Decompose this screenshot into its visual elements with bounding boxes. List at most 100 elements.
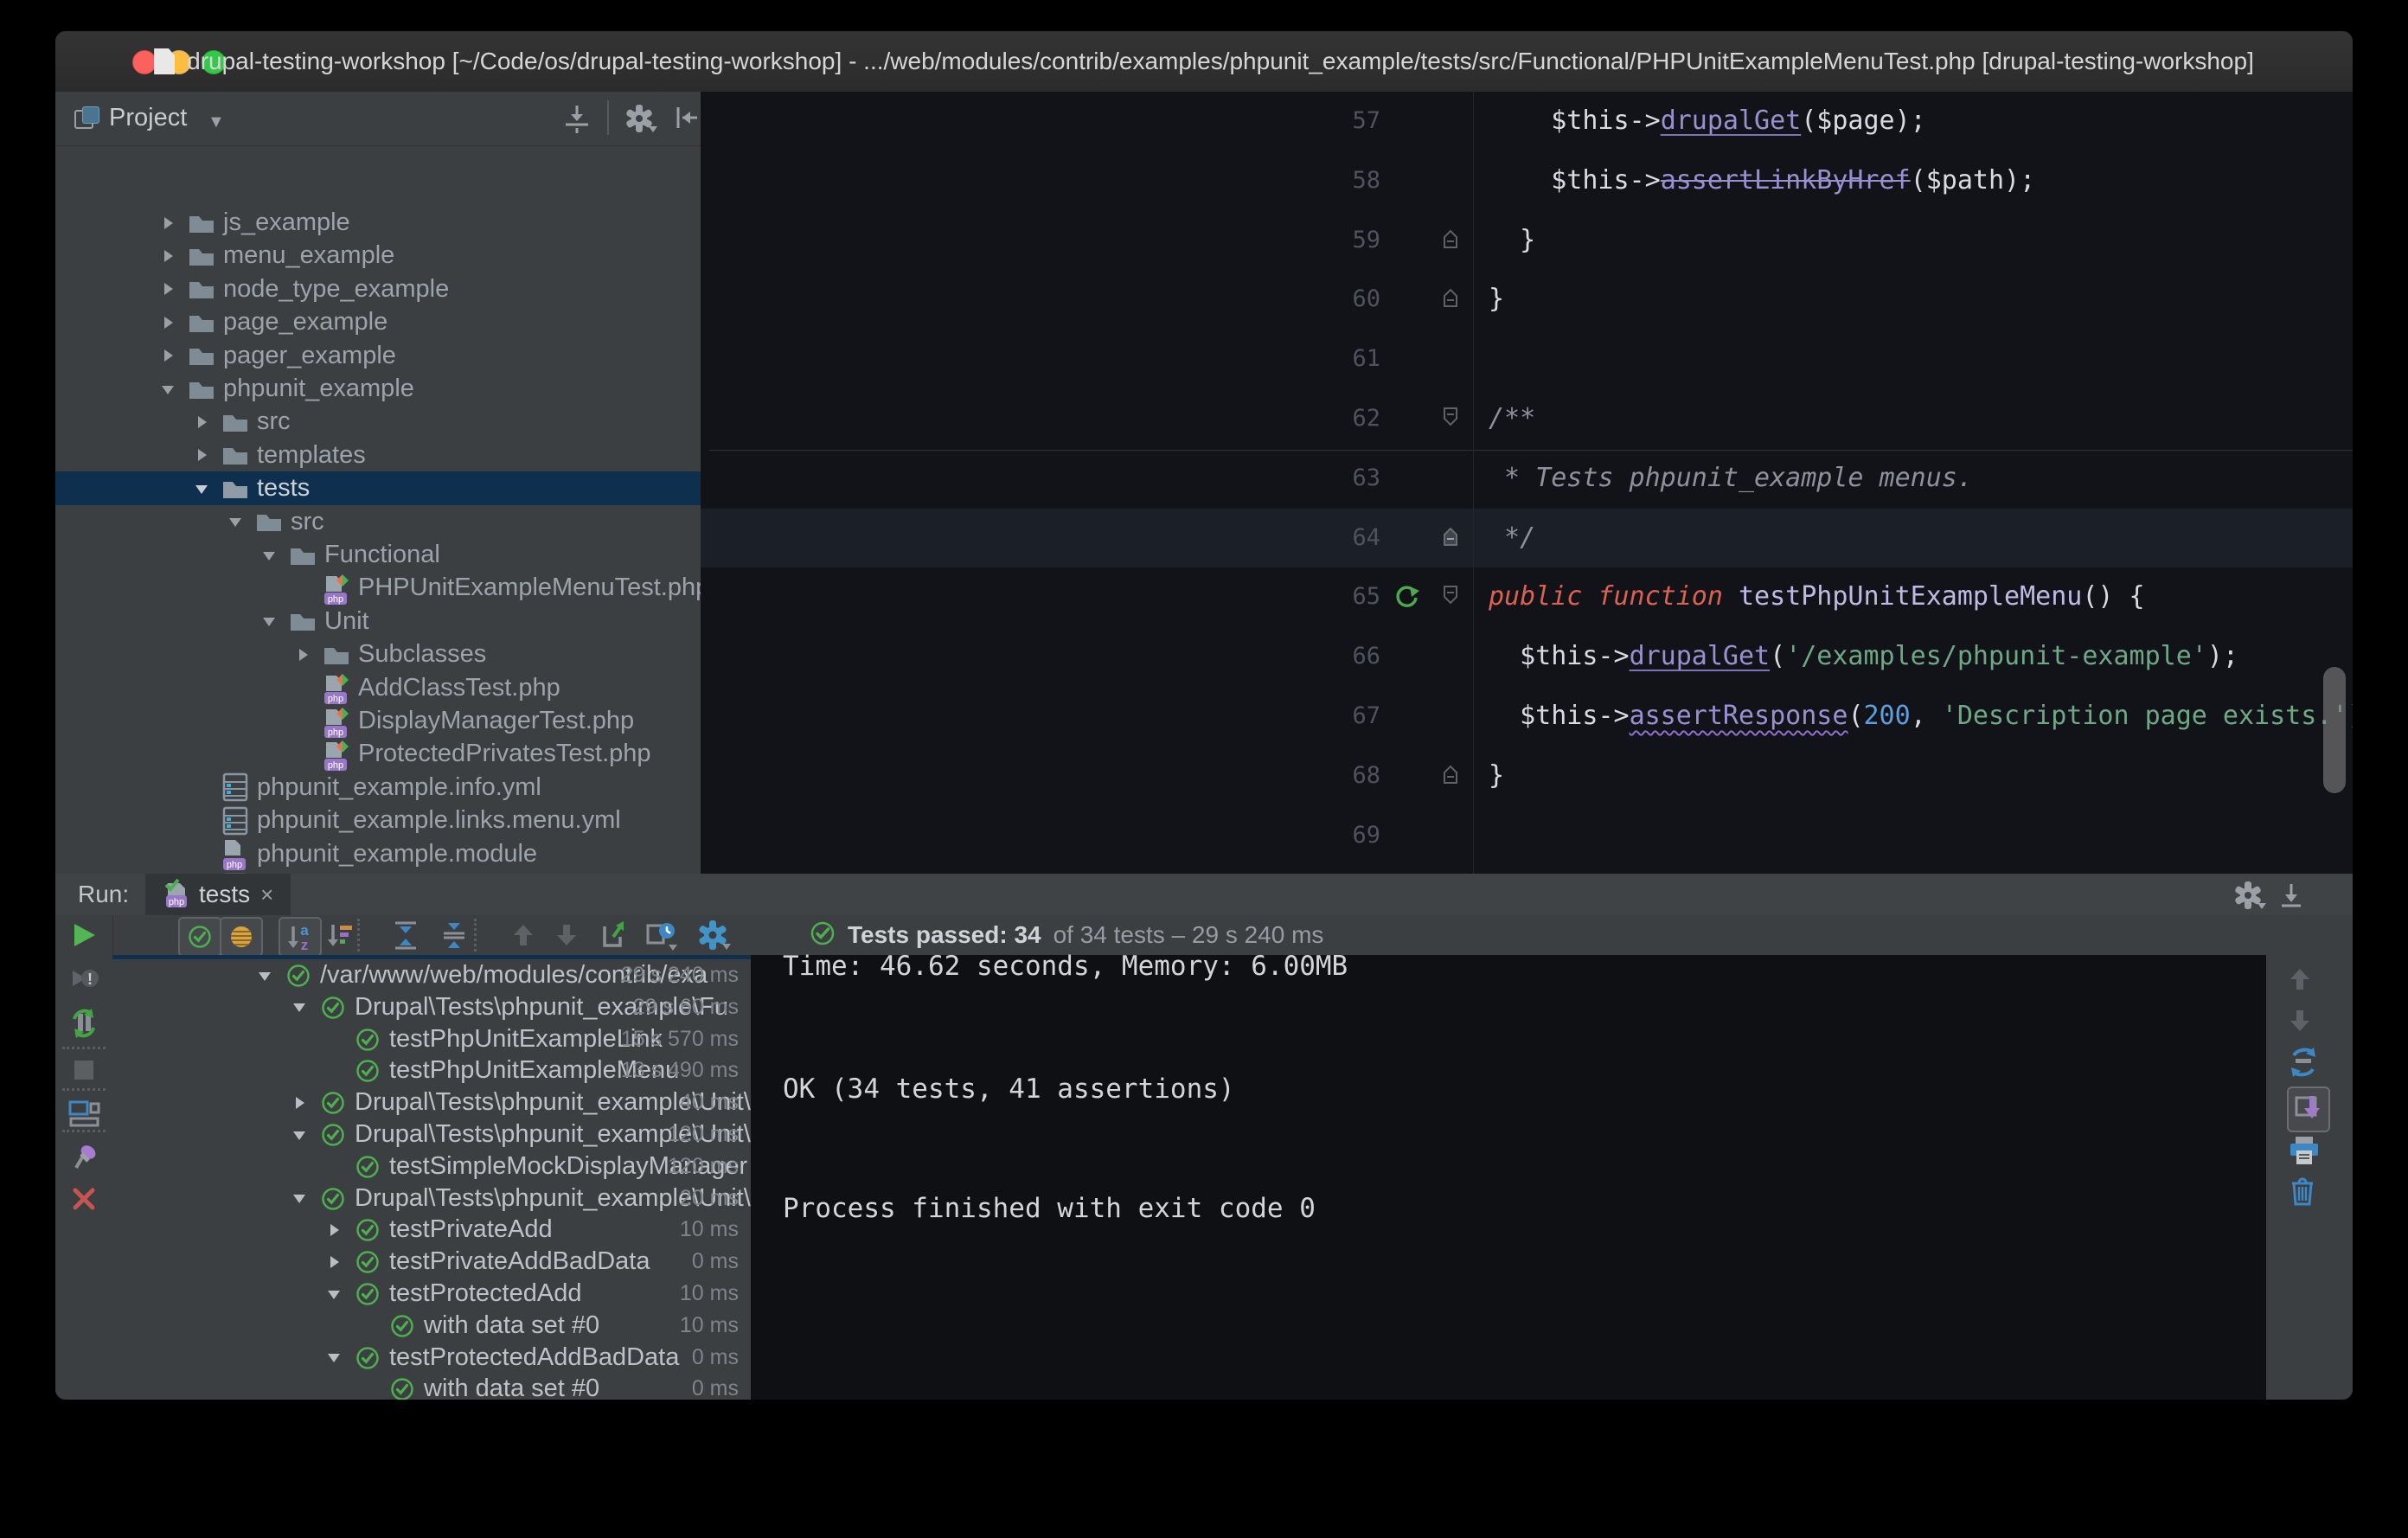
project-panel-title[interactable]: Project — [109, 104, 187, 132]
test-tree-row[interactable]: Drupal\Tests\phpunit_example\Unit\D 120 m… — [112, 1118, 751, 1150]
chevron-collapsed-icon[interactable] — [153, 272, 183, 306]
soft-wrap-icon[interactable] — [2287, 1047, 2320, 1084]
fold-end-icon[interactable] — [1441, 524, 1460, 554]
chevron-expanded-icon[interactable] — [254, 538, 284, 572]
code-line[interactable]: 65 public function testPhpUnitExampleMenu… — [701, 567, 2353, 627]
chevron-collapsed-icon[interactable] — [153, 305, 183, 339]
test-tree-row[interactable]: testProtectedAdd 10 ms — [112, 1278, 751, 1310]
test-tree-row[interactable]: testProtectedAddBadData 0 ms — [112, 1342, 751, 1374]
test-console-output[interactable]: Time: 46.62 seconds, Memory: 6.00MB OK (3… — [751, 951, 2266, 1400]
chevron-collapsed-icon[interactable] — [187, 405, 216, 439]
close-icon[interactable] — [70, 1185, 98, 1217]
test-tree-row[interactable]: Drupal\Tests\phpunit_example\Unit\A 40 ms — [112, 1086, 751, 1118]
chevron-expanded-icon[interactable] — [221, 505, 250, 539]
code-line[interactable]: 64 */ — [701, 509, 2353, 568]
chevron-collapsed-icon[interactable] — [288, 638, 317, 671]
chevron-expanded-icon[interactable] — [285, 991, 313, 1023]
project-tree-row[interactable]: menu_example — [55, 239, 701, 272]
settings-gear-icon[interactable] — [694, 917, 733, 953]
hide-panel-icon[interactable] — [2275, 879, 2308, 916]
stop-icon[interactable] — [71, 1057, 97, 1087]
project-tree-row[interactable]: Unit — [55, 605, 701, 638]
scroll-up-icon[interactable] — [2287, 965, 2313, 997]
previous-failed-test-icon[interactable] — [503, 917, 543, 953]
toggle-auto-test-icon[interactable] — [67, 1007, 100, 1044]
hide-panel-icon[interactable] — [671, 102, 702, 138]
test-tree-row[interactable]: testPrivateAddBadData 0 ms — [112, 1246, 751, 1278]
chevron-collapsed-icon[interactable] — [320, 1214, 348, 1246]
chevron-down-icon[interactable]: ▼ — [208, 112, 225, 132]
fold-start-icon[interactable] — [1441, 583, 1460, 613]
project-tree-row[interactable]: pager_example — [55, 339, 701, 373]
editor-scrollbar[interactable] — [2323, 667, 2346, 793]
project-tree-row[interactable]: src — [55, 405, 701, 439]
test-tree-row[interactable]: Drupal\Tests\phpunit_example\Unit\P 20 ms — [112, 1182, 751, 1214]
fold-end-icon[interactable] — [1441, 285, 1460, 316]
chevron-collapsed-icon[interactable] — [153, 239, 183, 272]
chevron-collapsed-icon[interactable] — [187, 439, 216, 472]
chevron-collapsed-icon[interactable] — [153, 206, 183, 240]
project-tree-row[interactable]: php ProtectedPrivatesTest.php — [55, 737, 701, 771]
rerun-tests-play-icon[interactable] — [69, 920, 99, 954]
code-line[interactable]: 66 $this->drupalGet('/examples/phpunit-e… — [701, 627, 2353, 687]
rerun-failed-tests-icon[interactable]: ! — [68, 964, 99, 999]
scroll-to-end-icon[interactable] — [2287, 1086, 2330, 1132]
project-tree-row[interactable]: Subclasses — [55, 638, 701, 671]
run-test-icon[interactable] — [1393, 583, 1422, 619]
gear-icon[interactable] — [623, 102, 657, 139]
code-line[interactable]: 60} — [701, 270, 2353, 330]
code-line[interactable]: 59 } — [701, 211, 2353, 271]
pin-tab-icon[interactable] — [67, 1142, 100, 1179]
test-history-icon[interactable] — [642, 917, 682, 953]
test-tree-row[interactable]: testPhpUnitExampleLink 15 s 570 ms — [112, 1023, 751, 1055]
sort-alphabetically-icon[interactable]: az — [279, 917, 322, 957]
import-test-results-icon[interactable] — [593, 917, 633, 953]
test-tree-row[interactable]: testPrivateAdd 10 ms — [112, 1214, 751, 1246]
project-tree-row[interactable]: php phpunit_example.module — [55, 837, 701, 871]
test-tree-row[interactable]: testPhpUnitExampleMenu 13 s 490 ms — [112, 1054, 751, 1086]
project-tree-row[interactable]: node_type_example — [55, 272, 701, 306]
test-tree-row[interactable]: with data set #0 0 ms — [112, 1373, 751, 1400]
next-failed-test-icon[interactable] — [547, 917, 586, 953]
fold-end-icon[interactable] — [1441, 227, 1460, 257]
gear-icon[interactable] — [2232, 879, 2266, 916]
chevron-expanded-icon[interactable] — [254, 605, 284, 638]
project-tree-row[interactable]: php DisplayManagerTest.php — [55, 704, 701, 738]
project-tree-row[interactable]: phpunit_example — [55, 372, 701, 406]
collapse-all-icon[interactable] — [434, 917, 474, 953]
project-tree-row[interactable]: page_example — [55, 305, 701, 339]
run-tab-tests[interactable]: php tests × — [145, 874, 291, 915]
code-editor[interactable]: 57 $this->drupalGet($page); 58 $this->ass… — [701, 92, 2353, 874]
chevron-collapsed-icon[interactable] — [285, 1086, 313, 1118]
project-tree-row[interactable]: js_example — [55, 206, 701, 240]
chevron-expanded-icon[interactable] — [187, 471, 216, 505]
show-passed-icon[interactable] — [178, 917, 221, 957]
code-line[interactable]: 58 $this->assertLinkByHref($path); — [701, 151, 2353, 211]
collapse-all-icon[interactable] — [560, 102, 593, 139]
expand-all-icon[interactable] — [386, 917, 426, 953]
test-tree-row[interactable]: testSimpleMockDisplayManager 120 ms — [112, 1150, 751, 1182]
fold-start-icon[interactable] — [1441, 405, 1460, 435]
project-tree-row[interactable]: tests — [55, 471, 701, 506]
chevron-expanded-icon[interactable] — [153, 372, 183, 406]
code-line[interactable]: 68} — [701, 747, 2353, 806]
print-icon[interactable] — [2287, 1135, 2322, 1170]
clear-all-icon[interactable] — [2287, 1175, 2318, 1212]
scroll-down-icon[interactable] — [2287, 1007, 2313, 1039]
chevron-expanded-icon[interactable] — [251, 959, 279, 991]
sort-by-duration-icon[interactable] — [320, 917, 360, 953]
test-tree-row[interactable]: /var/www/web/modules/contrib/exa 29 s 240… — [112, 959, 751, 991]
chevron-expanded-icon[interactable] — [285, 1182, 313, 1214]
project-tree-row[interactable]: Functional — [55, 538, 701, 572]
fold-end-icon[interactable] — [1441, 762, 1460, 792]
test-tree-row[interactable]: with data set #0 10 ms — [112, 1310, 751, 1342]
code-line[interactable]: 67 $this->assertResponse(200, 'Descripti… — [701, 687, 2353, 747]
project-tree-row[interactable]: templates — [55, 439, 701, 472]
project-tree-row[interactable]: php PHPUnitExampleMenuTest.php — [55, 571, 709, 605]
chevron-expanded-icon[interactable] — [285, 1118, 313, 1150]
project-tree-row[interactable]: phpunit_example.info.yml — [55, 771, 701, 804]
code-line[interactable]: 69 — [701, 806, 2353, 866]
code-line[interactable]: 63 * Tests phpunit_example menus. — [701, 449, 2353, 509]
chevron-expanded-icon[interactable] — [320, 1342, 348, 1374]
close-tab-icon[interactable]: × — [260, 881, 273, 908]
